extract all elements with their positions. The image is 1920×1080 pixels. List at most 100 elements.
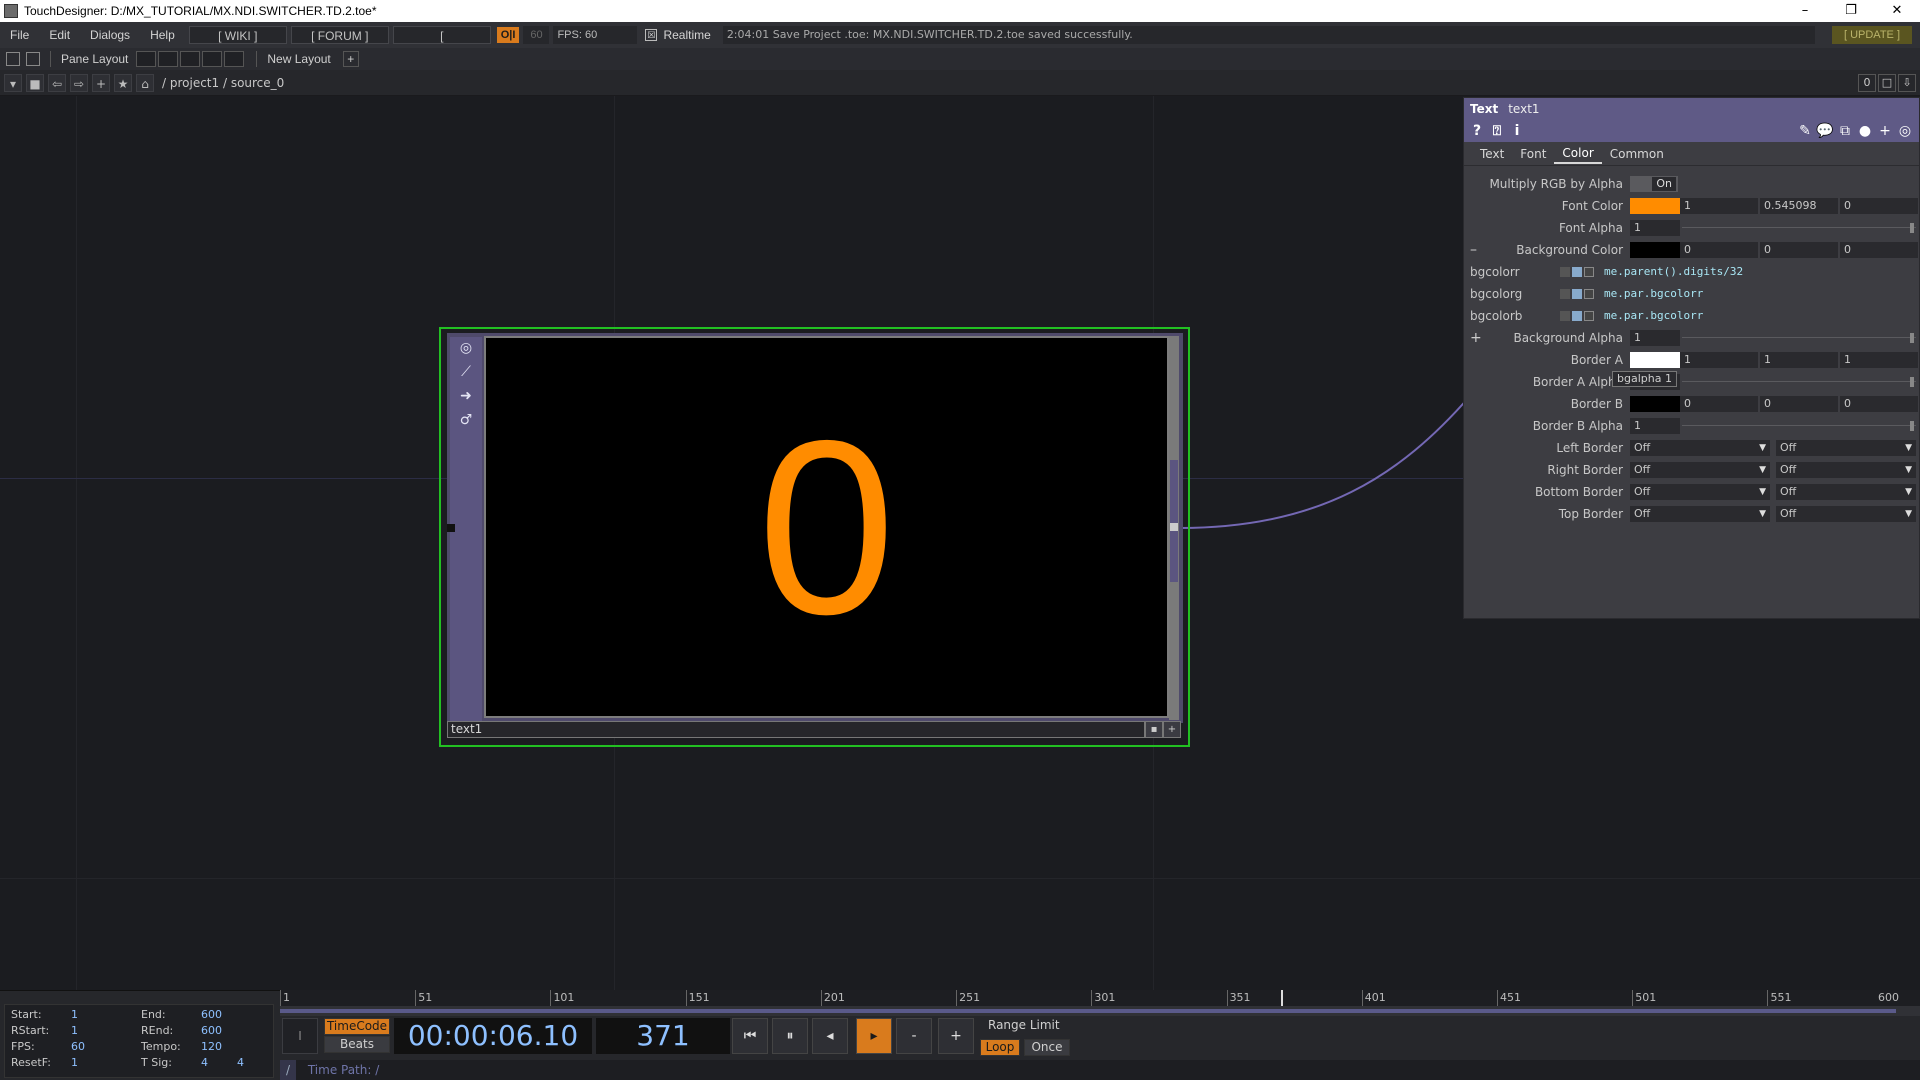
layout-single-button[interactable] — [136, 51, 157, 67]
display-flag-icon[interactable]: ➜ — [456, 386, 476, 406]
pane-menu-icon[interactable]: ▾ — [4, 73, 22, 92]
add-param-icon[interactable]: + — [1875, 122, 1895, 140]
top-border-b-dropdown[interactable]: Off ▼ — [1776, 506, 1916, 522]
breadcrumb[interactable]: / project1 / source_0 — [162, 76, 284, 90]
resetf-value[interactable]: 1 — [71, 1055, 78, 1070]
right-border-a-dropdown[interactable]: Off ▼ — [1630, 462, 1770, 478]
slider-thumb[interactable] — [1910, 421, 1914, 431]
menu-help[interactable]: Help — [140, 28, 185, 42]
expr-mode-icons[interactable] — [1560, 267, 1596, 277]
timecode-toggle[interactable]: TimeCode — [324, 1018, 390, 1035]
multiply-rgb-toggle[interactable]: On — [1630, 176, 1678, 192]
node-add-icon[interactable]: + — [1163, 721, 1181, 738]
font-alpha-field[interactable]: 1 — [1630, 220, 1680, 236]
slider-thumb[interactable] — [1910, 333, 1914, 343]
layout-split-v-button[interactable] — [158, 51, 179, 67]
timeline-ruler[interactable]: 1 51 101 151 201 251 301 351 401 451 501 551 600 — [280, 990, 1920, 1006]
restore-button[interactable]: ❐ — [1828, 0, 1874, 22]
lock-icon[interactable]: ⟋ — [456, 362, 476, 382]
bgcolorr-expression[interactable]: me.parent().digits/32 — [1604, 263, 1743, 281]
node-viewer[interactable]: 0 — [484, 336, 1169, 718]
border-b-r[interactable]: 0 — [1680, 396, 1758, 412]
border-a-r[interactable]: 1 — [1680, 352, 1758, 368]
menu-edit[interactable]: Edit — [39, 28, 80, 42]
expr-mode-icons[interactable] — [1560, 289, 1596, 299]
left-border-b-dropdown[interactable]: Off ▼ — [1776, 440, 1916, 456]
tab-color[interactable]: Color — [1554, 144, 1602, 164]
tab-text[interactable]: Text — [1472, 145, 1512, 163]
info-icon[interactable]: i — [1508, 122, 1526, 140]
bg-alpha-slider[interactable] — [1682, 337, 1916, 338]
python-icon[interactable]: ● — [1855, 122, 1875, 140]
minimize-button[interactable]: – — [1782, 0, 1828, 22]
expand-toggle[interactable]: + — [1470, 329, 1482, 347]
target-icon[interactable]: ◎ — [1895, 122, 1915, 140]
font-color-swatch[interactable] — [1630, 198, 1680, 214]
layout-split-h-button[interactable] — [180, 51, 201, 67]
stop-icon[interactable]: ■ — [26, 73, 44, 92]
tsig-denominator[interactable]: 4 — [237, 1055, 244, 1070]
fps-setting[interactable]: 60 — [523, 26, 550, 44]
zero-button[interactable]: 0 — [1858, 74, 1876, 92]
menu-file[interactable]: File — [0, 28, 39, 42]
border-a-b[interactable]: 1 — [1840, 352, 1918, 368]
oi-toggle[interactable]: O|I — [496, 27, 520, 43]
rend-value[interactable]: 600 — [201, 1023, 222, 1038]
fps-value[interactable]: 60 — [71, 1039, 85, 1054]
beats-toggle[interactable]: Beats — [324, 1036, 390, 1053]
font-color-b[interactable]: 0 — [1840, 198, 1918, 214]
frame-display[interactable]: 371 — [596, 1018, 730, 1054]
bg-color-g[interactable]: 0 — [1760, 242, 1838, 258]
layout-four-button[interactable] — [224, 51, 245, 67]
forum-button[interactable]: [ FORUM ] — [290, 26, 389, 44]
font-color-r[interactable]: 1 — [1680, 198, 1758, 214]
rstart-value[interactable]: 1 — [71, 1023, 78, 1038]
start-value[interactable]: 1 — [71, 1007, 78, 1022]
home-icon[interactable]: ⌂ — [136, 73, 154, 92]
border-b-b[interactable]: 0 — [1840, 396, 1918, 412]
input-connector[interactable] — [447, 524, 455, 532]
timeline-io-button[interactable]: I — [282, 1018, 318, 1054]
node-name-field[interactable]: text1 — [447, 721, 1145, 738]
minus-button[interactable]: - — [896, 1018, 932, 1054]
tempo-value[interactable]: 120 — [201, 1039, 222, 1054]
tsig-numerator[interactable]: 4 — [201, 1055, 208, 1070]
border-b-alpha-slider[interactable] — [1682, 425, 1916, 426]
font-color-g[interactable]: 0.545098 — [1760, 198, 1838, 214]
border-b-swatch[interactable] — [1630, 396, 1680, 412]
top-border-a-dropdown[interactable]: Off ▼ — [1630, 506, 1770, 522]
border-a-alpha-slider[interactable] — [1682, 381, 1916, 382]
playhead[interactable] — [1280, 990, 1283, 1006]
timecode-display[interactable]: 00:00:06.10 — [394, 1018, 592, 1054]
pane-type-icon[interactable] — [6, 52, 20, 66]
bottom-border-a-dropdown[interactable]: Off ▼ — [1630, 484, 1770, 500]
realtime-checkbox[interactable]: ☒ — [645, 29, 658, 41]
bottom-border-b-dropdown[interactable]: Off ▼ — [1776, 484, 1916, 500]
help-icon[interactable]: ? — [1468, 122, 1486, 140]
border-a-g[interactable]: 1 — [1760, 352, 1838, 368]
operator-name[interactable]: text1 — [1508, 102, 1539, 116]
import-icon[interactable]: ⇩ — [1898, 74, 1916, 92]
step-back-button[interactable]: ◂ — [812, 1018, 848, 1054]
tab-font[interactable]: Font — [1512, 145, 1554, 163]
op-snippets-icon[interactable]: ⧉ — [1835, 122, 1855, 140]
range-bar[interactable] — [280, 1006, 1920, 1016]
comment-icon[interactable]: 💬 — [1815, 122, 1835, 140]
add-layout-button[interactable]: + — [342, 51, 359, 67]
bg-color-b[interactable]: 0 — [1840, 242, 1918, 258]
maximize-pane-icon[interactable]: □ — [1878, 74, 1896, 92]
left-border-a-dropdown[interactable]: Off ▼ — [1630, 440, 1770, 456]
slider-thumb[interactable] — [1910, 223, 1914, 233]
clone-icon[interactable]: ♂ — [456, 410, 476, 430]
border-b-alpha-field[interactable]: 1 — [1630, 418, 1680, 434]
collapse-toggle[interactable]: – — [1470, 241, 1477, 259]
play-button[interactable]: ▸ — [856, 1018, 892, 1054]
loop-button[interactable]: Loop — [980, 1039, 1020, 1056]
menu-dialogs[interactable]: Dialogs — [80, 28, 140, 42]
close-button[interactable]: ✕ — [1874, 0, 1920, 22]
tutorials-button[interactable]: [ TUTORIALS ] — [392, 26, 491, 79]
border-a-swatch[interactable] — [1630, 352, 1680, 368]
viewer-toggle-icon[interactable]: ▪ — [1145, 721, 1163, 738]
time-path-root[interactable]: / — [280, 1060, 296, 1080]
back-icon[interactable]: ⇦ — [48, 73, 66, 92]
